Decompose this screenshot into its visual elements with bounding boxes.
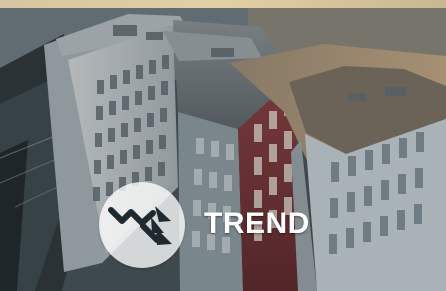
top-strip xyxy=(0,0,446,8)
trend-badge xyxy=(99,182,185,268)
trend-label: TREND xyxy=(204,207,310,240)
trend-down-icon xyxy=(108,206,172,245)
hero-image: TREND xyxy=(0,0,446,291)
city-aerial-photo xyxy=(0,8,446,291)
